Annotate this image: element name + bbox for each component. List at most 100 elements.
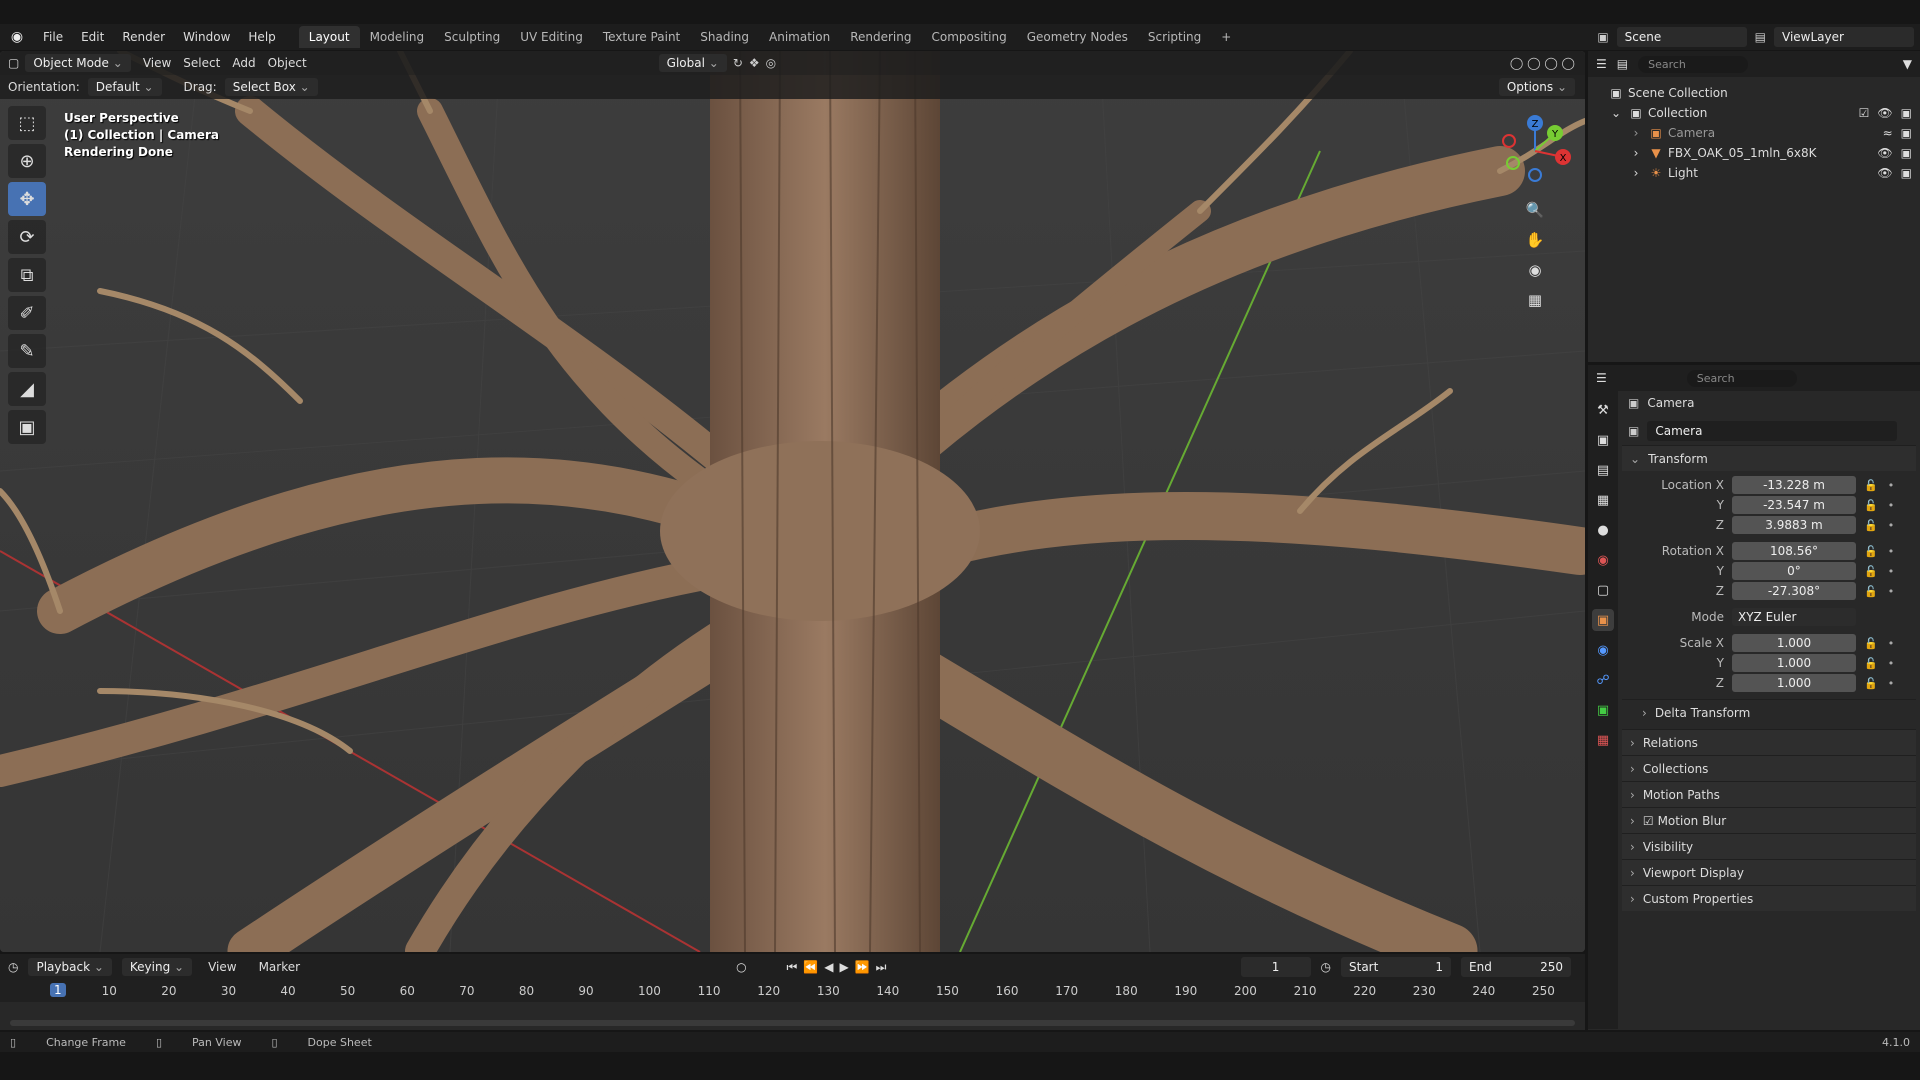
viewport-menu-view[interactable]: View: [137, 56, 177, 70]
outliner-row-scene-collection[interactable]: ▣ Scene Collection: [1588, 83, 1920, 103]
playback-controls-icon[interactable]: ⏮⏪◀▶⏩⏭: [787, 960, 893, 975]
outliner-editor-icon[interactable]: ☰: [1596, 57, 1607, 71]
mode-selector[interactable]: Object Mode: [25, 54, 131, 72]
keyframe-dot-icon[interactable]: •: [1888, 519, 1895, 532]
tab-geometry-nodes[interactable]: Geometry Nodes: [1017, 26, 1138, 48]
cursor-icon[interactable]: ⊕: [8, 144, 46, 178]
panel-motion-paths[interactable]: › Motion Paths: [1622, 781, 1916, 807]
eye-hidden-icon[interactable]: ≈: [1883, 126, 1893, 140]
expand-arrow-icon[interactable]: ›: [1628, 166, 1644, 180]
keyframe-dot-icon[interactable]: •: [1888, 657, 1895, 670]
data-tab-icon[interactable]: ▣: [1592, 699, 1614, 721]
eye-icon[interactable]: 👁: [1877, 146, 1892, 160]
menu-item-window[interactable]: Window: [174, 30, 239, 44]
blender-logo-icon[interactable]: ◉: [0, 29, 34, 45]
render-tab-icon[interactable]: ▣: [1592, 429, 1614, 451]
keyframe-dot-icon[interactable]: •: [1888, 479, 1895, 492]
viewlayer-icon[interactable]: ▤: [1755, 30, 1766, 44]
checkbox-icon[interactable]: ☑: [1643, 814, 1654, 828]
checkbox-icon[interactable]: ☑: [1859, 106, 1870, 120]
tab-texture-paint[interactable]: Texture Paint: [593, 26, 690, 48]
outliner-search[interactable]: Search: [1638, 55, 1749, 73]
display-mode-icon[interactable]: ▤: [1617, 57, 1628, 71]
scale-x-field[interactable]: 1.000: [1732, 634, 1856, 652]
keyframe-dot-icon[interactable]: •: [1888, 585, 1895, 598]
object-name-field[interactable]: Camera: [1647, 421, 1898, 441]
scale-z-field[interactable]: 1.000: [1732, 674, 1856, 692]
tab-uv-editing[interactable]: UV Editing: [510, 26, 593, 48]
panel-relations[interactable]: › Relations: [1622, 729, 1916, 755]
navigation-gizmo[interactable]: Z Y X 🔍 ✋ ◉ ▦: [1495, 111, 1575, 311]
timeline-editor-icon[interactable]: ◷: [8, 960, 18, 974]
viewport-menu-select[interactable]: Select: [177, 56, 226, 70]
outliner-row-mesh[interactable]: › ▼ FBX_OAK_05_1mln_6x8K 👁 ▣: [1588, 143, 1920, 163]
tab-scripting[interactable]: Scripting: [1138, 26, 1211, 48]
tool-tab-icon[interactable]: ⚒: [1592, 399, 1614, 421]
view-layer-tab-icon[interactable]: ▦: [1592, 489, 1614, 511]
view-menu[interactable]: View: [202, 960, 242, 974]
properties-editor-icon[interactable]: ☰: [1596, 371, 1607, 385]
location-z-field[interactable]: 3.9883 m: [1732, 516, 1856, 534]
output-tab-icon[interactable]: ▤: [1592, 459, 1614, 481]
tab-shading[interactable]: Shading: [690, 26, 759, 48]
annotate-icon[interactable]: ✎: [8, 334, 46, 368]
outliner-row-collection[interactable]: ⌄ ▣ Collection ☑ 👁 ▣: [1588, 103, 1920, 123]
rotation-z-field[interactable]: -27.308°: [1732, 582, 1856, 600]
outliner-row-light[interactable]: › ☀ Light 👁 ▣: [1588, 163, 1920, 183]
scene-tab-icon[interactable]: ●: [1592, 519, 1614, 541]
render-camera-icon[interactable]: ▣: [1901, 146, 1912, 160]
options-dropdown[interactable]: Options: [1498, 78, 1575, 96]
panel-collections[interactable]: › Collections: [1622, 755, 1916, 781]
render-camera-icon[interactable]: ▣: [1901, 166, 1912, 180]
keyframe-dot-icon[interactable]: •: [1888, 545, 1895, 558]
transform-orientation[interactable]: Global: [658, 54, 727, 72]
tab-rendering[interactable]: Rendering: [840, 26, 921, 48]
eye-icon[interactable]: 👁: [1877, 106, 1892, 120]
pan-hand-icon[interactable]: ✋: [1521, 226, 1549, 254]
pivot-icon[interactable]: ↻: [733, 56, 743, 70]
lock-icon[interactable]: 🔓: [1864, 519, 1878, 532]
axis-gizmo-icon[interactable]: Z Y X: [1495, 111, 1575, 191]
lock-icon[interactable]: 🔓: [1864, 499, 1878, 512]
lock-icon[interactable]: 🔓: [1864, 479, 1878, 492]
viewport-menu-object[interactable]: Object: [262, 56, 313, 70]
constraints-tab-icon[interactable]: ☍: [1592, 669, 1614, 691]
keying-menu[interactable]: Keying: [121, 958, 193, 976]
rotation-mode-dropdown[interactable]: XYZ Euler: [1732, 608, 1856, 626]
lock-icon[interactable]: 🔓: [1864, 657, 1878, 670]
collection-tab-icon[interactable]: ▢: [1592, 579, 1614, 601]
measure-icon[interactable]: ◢: [8, 372, 46, 406]
tab-compositing[interactable]: Compositing: [921, 26, 1016, 48]
outliner-row-camera[interactable]: › ▣ Camera ≈ ▣: [1588, 123, 1920, 143]
world-tab-icon[interactable]: ◉: [1592, 549, 1614, 571]
marker-menu[interactable]: Marker: [253, 960, 306, 974]
auto-key-icon[interactable]: ○: [736, 960, 746, 974]
tab-modeling[interactable]: Modeling: [360, 26, 435, 48]
lock-icon[interactable]: 🔓: [1864, 545, 1878, 558]
start-frame-field[interactable]: Start 1: [1341, 957, 1451, 977]
3d-viewport[interactable]: ▢ Object Mode ViewSelectAddObject Global…: [0, 51, 1585, 952]
tab-sculpting[interactable]: Sculpting: [434, 26, 510, 48]
lock-icon[interactable]: 🔓: [1864, 585, 1878, 598]
ortho-grid-icon[interactable]: ▦: [1521, 286, 1549, 314]
menu-item-render[interactable]: Render: [113, 30, 174, 44]
add-cube-icon[interactable]: ▣: [8, 410, 46, 444]
add-workspace-icon[interactable]: +: [1211, 26, 1241, 48]
lock-icon[interactable]: 🔓: [1864, 637, 1878, 650]
expand-arrow-icon[interactable]: ⌄: [1608, 106, 1624, 120]
tab-animation[interactable]: Animation: [759, 26, 840, 48]
move-icon[interactable]: ✥: [8, 182, 46, 216]
panel-delta-transform[interactable]: › Delta Transform: [1622, 699, 1916, 725]
rotate-icon[interactable]: ⟳: [8, 220, 46, 254]
panel-visibility[interactable]: › Visibility: [1622, 833, 1916, 859]
scale-y-field[interactable]: 1.000: [1732, 654, 1856, 672]
location-y-field[interactable]: -23.547 m: [1732, 496, 1856, 514]
scale-icon[interactable]: ⧉: [8, 258, 46, 292]
shading-modes-icon[interactable]: ◯ ◯ ◯ ◯: [1510, 56, 1575, 70]
menu-item-edit[interactable]: Edit: [72, 30, 113, 44]
keyframe-dot-icon[interactable]: •: [1888, 499, 1895, 512]
panel-custom-properties[interactable]: › Custom Properties: [1622, 885, 1916, 911]
editor-type-icon[interactable]: ▢: [8, 56, 19, 70]
transform-icon[interactable]: ✐: [8, 296, 46, 330]
panel-viewport-display[interactable]: › Viewport Display: [1622, 859, 1916, 885]
